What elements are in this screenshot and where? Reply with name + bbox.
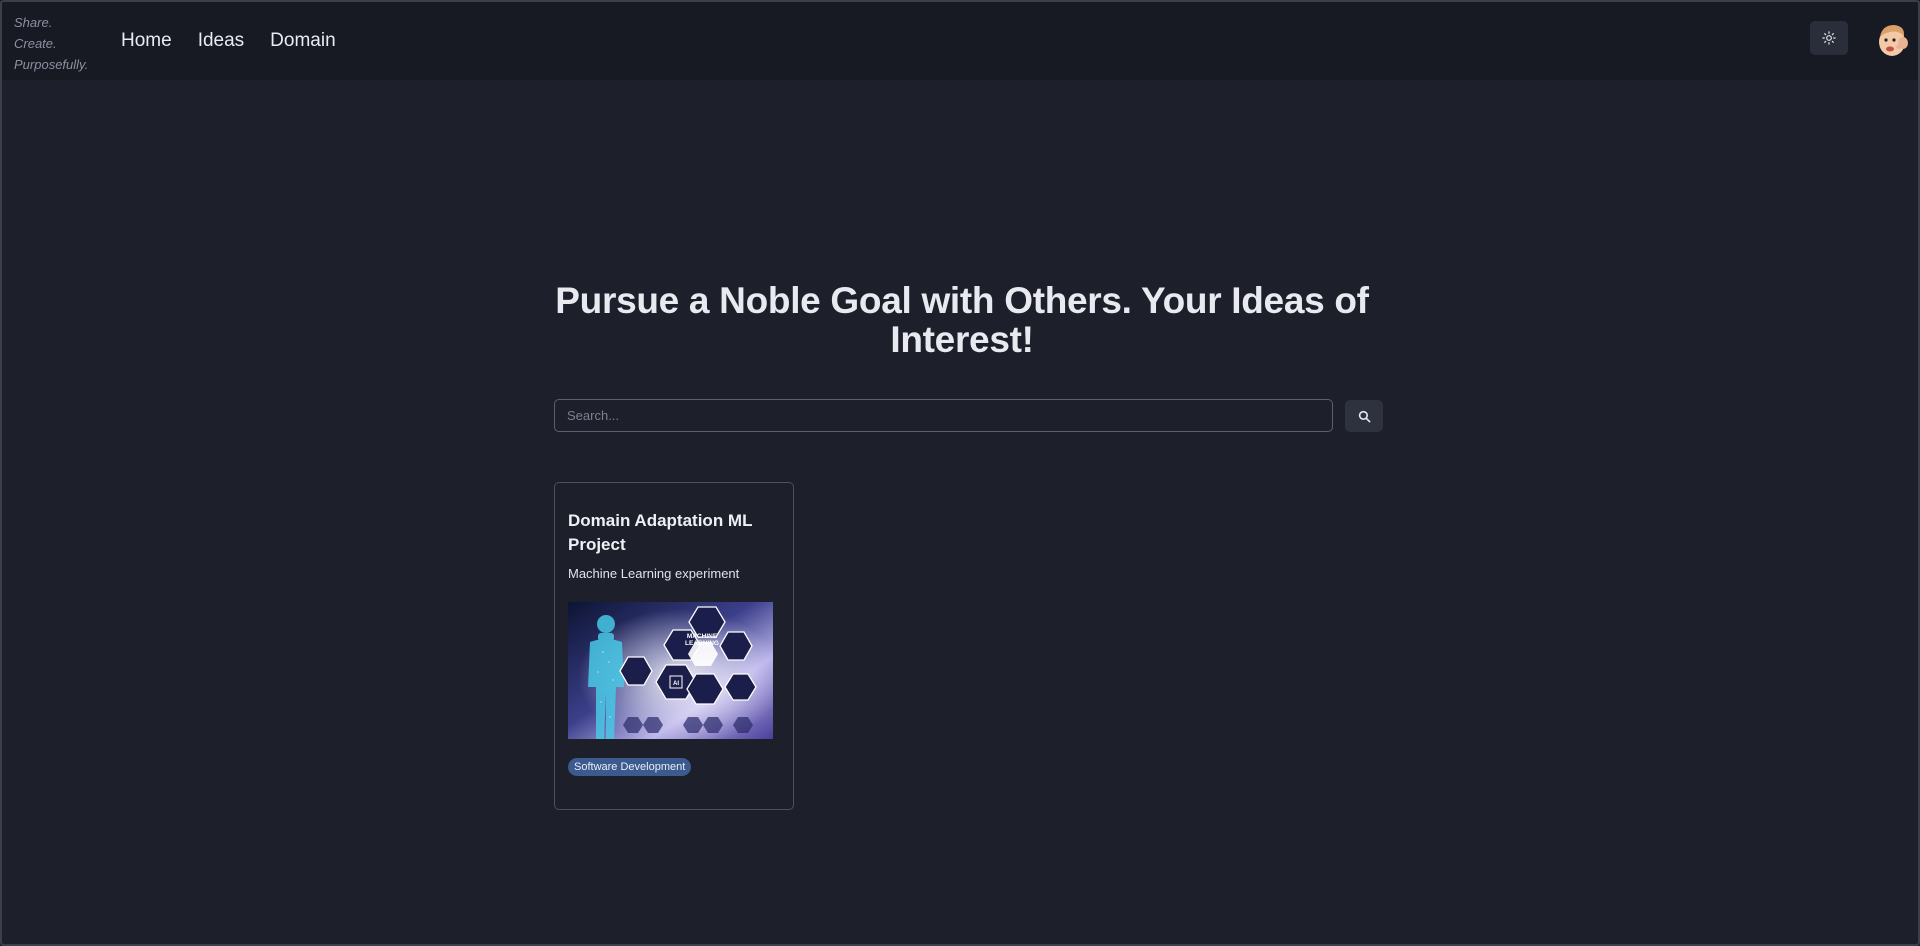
nav-home-link[interactable]: Home [121, 28, 172, 54]
image-caption-learning: LEARNING [685, 640, 719, 647]
search-input[interactable] [554, 399, 1333, 432]
brand-tagline[interactable]: Share. Create. Purposefully. [14, 12, 88, 75]
card-image: MACHINE LEARNING AI [568, 602, 773, 739]
brand-line-create: Create. [14, 36, 57, 51]
nav-ideas-link[interactable]: Ideas [198, 28, 244, 54]
card-description: Machine Learning experiment [568, 566, 740, 581]
idea-card[interactable]: Domain Adaptation ML Project Machine Lea… [554, 482, 794, 810]
image-caption-ai: AI [673, 681, 679, 687]
nav-domain-link[interactable]: Domain [270, 28, 335, 54]
category-badge[interactable]: Software Development [568, 758, 692, 776]
brand-line-purposefully: Purposefully. [14, 57, 89, 72]
navbar: Share. Create. Purposefully. Home Ideas … [2, 2, 1918, 80]
app-frame: Share. Create. Purposefully. Home Ideas … [0, 0, 1920, 946]
sun-icon [1822, 31, 1836, 45]
search-button[interactable] [1345, 400, 1383, 432]
brand-line-share: Share. [14, 15, 53, 30]
page-title: Pursue a Noble Goal with Others. Your Id… [555, 280, 1369, 360]
search-icon [1358, 410, 1370, 422]
avatar[interactable] [1872, 19, 1912, 59]
nav-links: Home Ideas Domain [121, 28, 362, 54]
card-title: Domain Adaptation ML Project [568, 511, 753, 554]
avatar-icon [1872, 19, 1912, 59]
image-caption-machine: MACHINE [687, 633, 718, 640]
theme-toggle-button[interactable] [1810, 21, 1848, 55]
